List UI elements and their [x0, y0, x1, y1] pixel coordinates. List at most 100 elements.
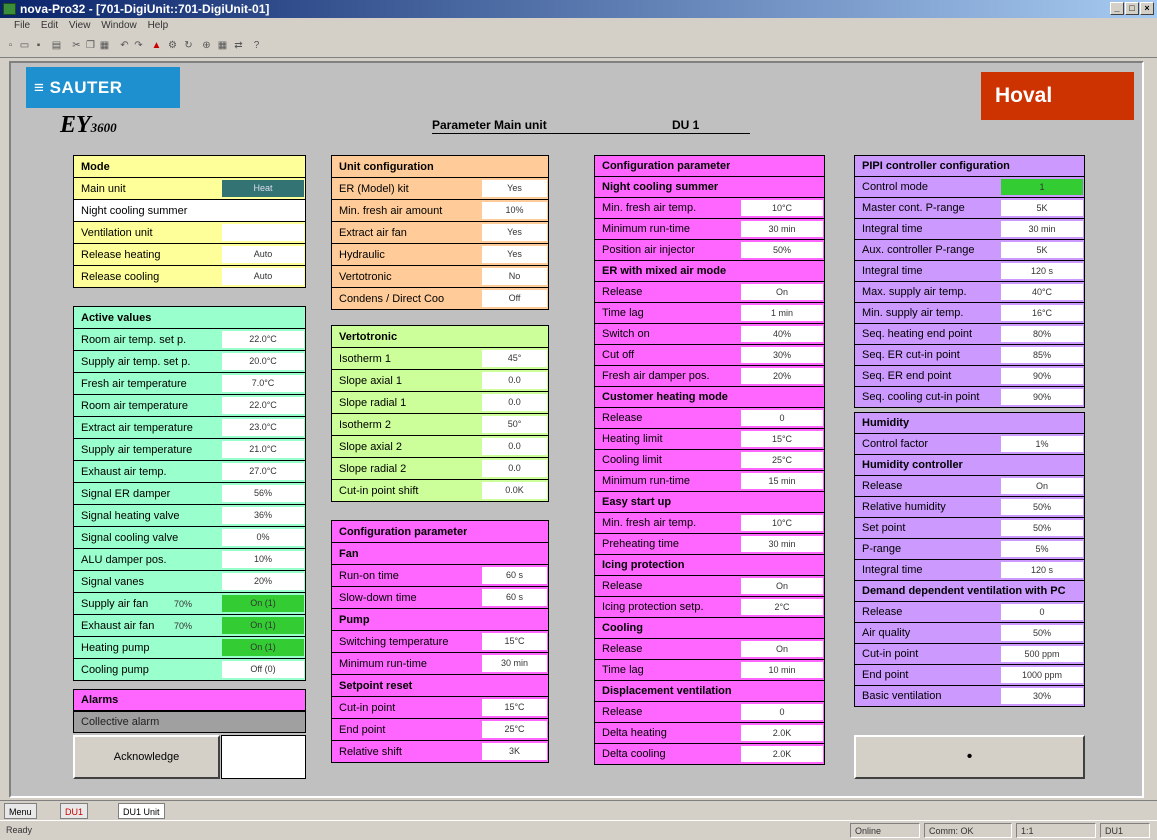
parameter-value-field[interactable]: 20% [741, 368, 823, 384]
parameter-value-field[interactable]: 0.0K [482, 482, 547, 499]
zoom-icon[interactable]: ⊕ [200, 39, 213, 52]
cut-icon[interactable]: ✂ [70, 39, 83, 52]
parameter-value-field[interactable]: On (1) [222, 639, 304, 656]
parameter-value-field[interactable]: 10°C [741, 515, 823, 531]
parameter-value-field[interactable]: 50° [482, 416, 547, 433]
parameter-value-field[interactable]: Auto [222, 246, 304, 263]
parameter-value-field[interactable]: 3K [482, 743, 547, 760]
help-icon[interactable]: ? [250, 39, 263, 52]
parameter-value-field[interactable]: 15 min [741, 473, 823, 489]
parameter-value-field[interactable]: 1 min [741, 305, 823, 321]
parameter-value-field[interactable]: 120 s [1001, 562, 1083, 578]
parameter-value-field[interactable]: 85% [1001, 347, 1083, 363]
parameter-value-field[interactable]: 22.0°C [222, 397, 304, 414]
parameter-value-field[interactable]: On (1) [222, 617, 304, 634]
parameter-value-field[interactable]: 2.0K [741, 725, 823, 741]
parameter-value-field[interactable]: 10°C [741, 200, 823, 216]
parameter-value-field[interactable]: On [1001, 478, 1083, 494]
parameter-value-field[interactable]: 30 min [741, 221, 823, 237]
parameter-value-field[interactable]: 50% [1001, 625, 1083, 641]
tab-menu[interactable]: Menu [4, 803, 37, 819]
parameter-value-field[interactable]: 500 ppm [1001, 646, 1083, 662]
parameter-value-field[interactable]: Yes [482, 224, 547, 241]
parameter-value-field[interactable]: 25°C [482, 721, 547, 738]
parameter-value-field[interactable]: 2.0K [741, 746, 823, 762]
parameter-value-field[interactable]: 10% [482, 202, 547, 219]
parameter-value-field[interactable]: On (1) [222, 595, 304, 612]
parameter-value-field[interactable] [222, 202, 304, 219]
parameter-value-field[interactable]: On [741, 578, 823, 594]
parameter-value-field[interactable]: 90% [1001, 368, 1083, 384]
parameter-value-field[interactable]: 5% [1001, 541, 1083, 557]
warning-icon[interactable]: ▲ [150, 39, 163, 52]
menu-file[interactable]: File [14, 20, 30, 31]
parameter-value-field[interactable]: Heat [222, 180, 304, 197]
parameter-value-field[interactable]: 30% [1001, 688, 1083, 704]
parameter-value-field[interactable]: 1000 ppm [1001, 667, 1083, 683]
redo-icon[interactable]: ↷ [132, 39, 145, 52]
parameter-value-field[interactable]: 50% [1001, 499, 1083, 515]
parameter-value-field[interactable]: 2°C [741, 599, 823, 615]
parameter-value-field[interactable]: 1 [1001, 179, 1083, 195]
acknowledge-button[interactable]: Acknowledge [73, 735, 220, 779]
parameter-value-field[interactable]: 10% [222, 551, 304, 568]
parameter-value-field[interactable]: 15°C [741, 431, 823, 447]
parameter-value-field[interactable]: 23.0°C [222, 419, 304, 436]
minimize-button[interactable]: _ [1110, 2, 1124, 15]
parameter-value-field[interactable]: Yes [482, 246, 547, 263]
parameter-value-field[interactable]: 22.0°C [222, 331, 304, 348]
copy-icon[interactable]: ❐ [84, 39, 97, 52]
arrow-icon[interactable]: ⇄ [232, 39, 245, 52]
refresh-icon[interactable]: ↻ [182, 39, 195, 52]
parameter-value-field[interactable]: 0 [741, 704, 823, 720]
parameter-value-field[interactable]: Yes [482, 180, 547, 197]
parameter-value-field[interactable]: 15°C [482, 633, 547, 650]
menu-help[interactable]: Help [148, 20, 169, 31]
parameter-value-field[interactable]: 0.0 [482, 372, 547, 389]
parameter-value-field[interactable]: 20.0°C [222, 353, 304, 370]
parameter-value-field[interactable]: 21.0°C [222, 441, 304, 458]
parameter-value-field[interactable]: 120 s [1001, 263, 1083, 279]
parameter-value-field[interactable]: 7.0°C [222, 375, 304, 392]
parameter-value-field[interactable]: 0.0 [482, 460, 547, 477]
action-button[interactable]: • [854, 735, 1085, 779]
save-icon[interactable]: ▪ [32, 39, 45, 52]
menu-window[interactable]: Window [101, 20, 137, 31]
parameter-value-field[interactable]: 27.0°C [222, 463, 304, 480]
close-button[interactable]: × [1140, 2, 1154, 15]
parameter-value-field[interactable] [222, 224, 304, 241]
parameter-value-field[interactable]: 30% [741, 347, 823, 363]
parameter-value-field[interactable]: 15°C [482, 699, 547, 716]
parameter-value-field[interactable]: 40°C [1001, 284, 1083, 300]
parameter-value-field[interactable]: 36% [222, 507, 304, 524]
parameter-value-field[interactable]: 0.0 [482, 394, 547, 411]
parameter-value-field[interactable]: 25°C [741, 452, 823, 468]
tab-du1[interactable]: DU1 [60, 803, 89, 819]
parameter-value-field[interactable]: 80% [1001, 326, 1083, 342]
parameter-value-field[interactable]: 20% [222, 573, 304, 590]
open-icon[interactable]: ▭ [18, 39, 31, 52]
menu-edit[interactable]: Edit [41, 20, 58, 31]
parameter-value-field[interactable]: 45° [482, 350, 547, 367]
parameter-value-field[interactable]: Off [482, 290, 547, 307]
parameter-value-field[interactable]: On [741, 284, 823, 300]
parameter-value-field[interactable]: 0 [1001, 604, 1083, 620]
parameter-value-field[interactable]: 30 min [1001, 221, 1083, 237]
parameter-value-field[interactable]: On [741, 641, 823, 657]
parameter-value-field[interactable]: 0% [222, 529, 304, 546]
paste-icon[interactable]: ▦ [98, 39, 111, 52]
parameter-value-field[interactable]: 16°C [1001, 305, 1083, 321]
parameter-value-field[interactable]: 5K [1001, 242, 1083, 258]
parameter-value-field[interactable]: 1% [1001, 436, 1083, 452]
print-icon[interactable]: ▤ [50, 39, 63, 52]
tab-du1-unit[interactable]: DU1 Unit [118, 803, 165, 819]
parameter-value-field[interactable]: Off (0) [222, 661, 304, 678]
parameter-value-field[interactable]: 60 s [482, 567, 547, 584]
undo-icon[interactable]: ↶ [118, 39, 131, 52]
menu-view[interactable]: View [69, 20, 91, 31]
parameter-value-field[interactable]: 0.0 [482, 438, 547, 455]
settings-icon[interactable]: ⚙ [166, 39, 179, 52]
parameter-value-field[interactable]: 40% [741, 326, 823, 342]
parameter-value-field[interactable]: 30 min [741, 536, 823, 552]
parameter-value-field[interactable]: 0 [741, 410, 823, 426]
